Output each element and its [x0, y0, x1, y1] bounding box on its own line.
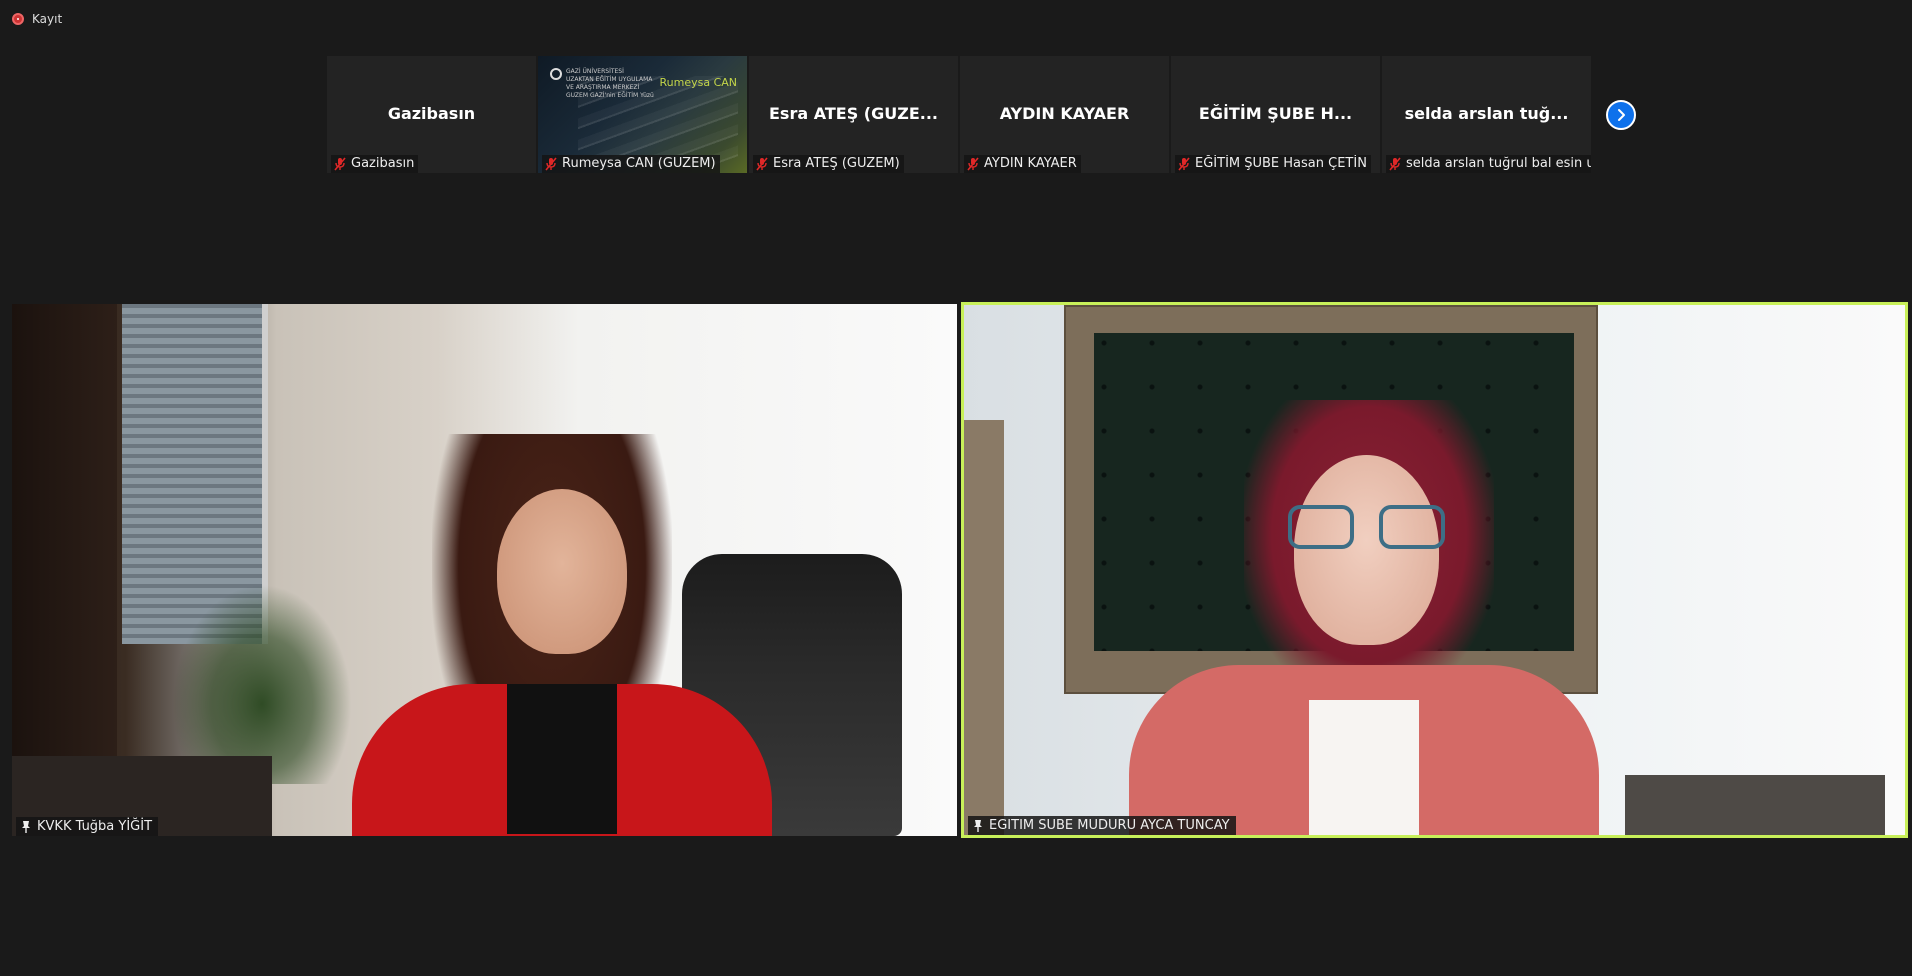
university-seal-icon — [550, 68, 562, 80]
participant-video-person — [1109, 400, 1609, 835]
chevron-right-icon — [1618, 109, 1625, 121]
participant-name: Esra ATEŞ (GUZEM) — [773, 156, 900, 171]
video-name-tag: EGITIM SUBE MUDURU AYCA TUNCAY — [968, 816, 1236, 835]
pin-icon — [974, 819, 982, 832]
participant-title: Gazibasın — [387, 104, 476, 123]
participant-name-tag: Gazibasın — [331, 155, 419, 173]
participant-name: selda arslan tuğrul bal esin uc... — [1406, 156, 1591, 171]
gallery-strip: Gazibasın Gazibasın GAZİ ÜNİVERSİTESİ UZ… — [327, 56, 1591, 173]
video-background-frame — [964, 420, 1004, 835]
mic-off-icon — [966, 156, 980, 171]
video-feed — [964, 305, 1905, 835]
participant-video-person — [342, 434, 782, 836]
recording-indicator[interactable]: Kayıt — [12, 12, 62, 26]
participant-tile[interactable]: Gazibasın Gazibasın — [327, 56, 536, 173]
participant-title: Esra ATEŞ (GUZE... — [769, 104, 938, 123]
participant-name-tag: AYDIN KAYAER — [964, 155, 1081, 173]
participant-name-tag: EĞİTİM ŞUBE Hasan ÇETİN — [1175, 155, 1371, 173]
mic-off-icon — [544, 156, 558, 171]
pin-icon — [22, 820, 30, 833]
video-participant-name: KVKK Tuğba YİĞİT — [37, 819, 153, 834]
participant-name-tag: Esra ATEŞ (GUZEM) — [753, 155, 904, 173]
participant-tile-video[interactable]: GAZİ ÜNİVERSİTESİ UZAKTAN EĞİTİM UYGULAM… — [538, 56, 747, 173]
participant-name-tag: Rumeysa CAN (GUZEM) — [542, 155, 720, 173]
logo-line: GAZİ'nin EĞİTİM Yüzü — [589, 92, 654, 99]
participant-tile[interactable]: Esra ATEŞ (GUZE... Esra ATEŞ (GUZEM) — [749, 56, 958, 173]
logo-line: VE ARAŞTIRMA MERKEZİ — [566, 84, 640, 91]
participant-title: selda arslan tuğ... — [1404, 104, 1569, 123]
video-name-tag: KVKK Tuğba YİĞİT — [16, 817, 159, 836]
mic-off-icon — [755, 156, 769, 171]
recording-label: Kayıt — [32, 12, 63, 26]
record-icon — [12, 13, 24, 25]
video-background-plant — [172, 584, 352, 784]
mic-off-icon — [1388, 156, 1402, 171]
participant-tile[interactable]: selda arslan tuğ... selda arslan tuğrul … — [1382, 56, 1591, 173]
participant-name: Gazibasın — [351, 156, 415, 171]
mic-off-icon — [1177, 156, 1191, 171]
mic-off-icon — [333, 156, 347, 171]
participant-name: Rumeysa CAN (GUZEM) — [562, 156, 716, 171]
participant-name: AYDIN KAYAER — [984, 156, 1077, 171]
logo-line: GAZİ ÜNİVERSİTESİ — [566, 68, 624, 75]
participant-tile[interactable]: AYDIN KAYAER AYDIN KAYAER — [960, 56, 1169, 173]
video-participant-name: EGITIM SUBE MUDURU AYCA TUNCAY — [989, 818, 1230, 833]
video-background-table — [1625, 775, 1885, 835]
logo-line: GUZEM — [566, 92, 589, 99]
participant-tile[interactable]: EĞİTİM ŞUBE H... EĞİTİM ŞUBE Hasan ÇETİN — [1171, 56, 1380, 173]
video-feed — [12, 304, 957, 836]
participant-title: AYDIN KAYAER — [999, 104, 1130, 123]
video-tile-left[interactable]: KVKK Tuğba YİĞİT — [12, 304, 957, 836]
next-page-button[interactable] — [1606, 100, 1636, 130]
guzem-logo: GAZİ ÜNİVERSİTESİ UZAKTAN EĞİTİM UYGULAM… — [550, 68, 654, 100]
participant-title: EĞİTİM ŞUBE H... — [1198, 104, 1353, 123]
logo-line: UZAKTAN EĞİTİM UYGULAMA — [566, 76, 653, 83]
participant-name-tag: selda arslan tuğrul bal esin uc... — [1386, 155, 1591, 173]
participant-name: EĞİTİM ŞUBE Hasan ÇETİN — [1195, 156, 1367, 171]
video-tile-right-active-speaker[interactable]: EGITIM SUBE MUDURU AYCA TUNCAY — [961, 302, 1908, 838]
brand-name: Rumeysa CAN — [659, 76, 737, 89]
